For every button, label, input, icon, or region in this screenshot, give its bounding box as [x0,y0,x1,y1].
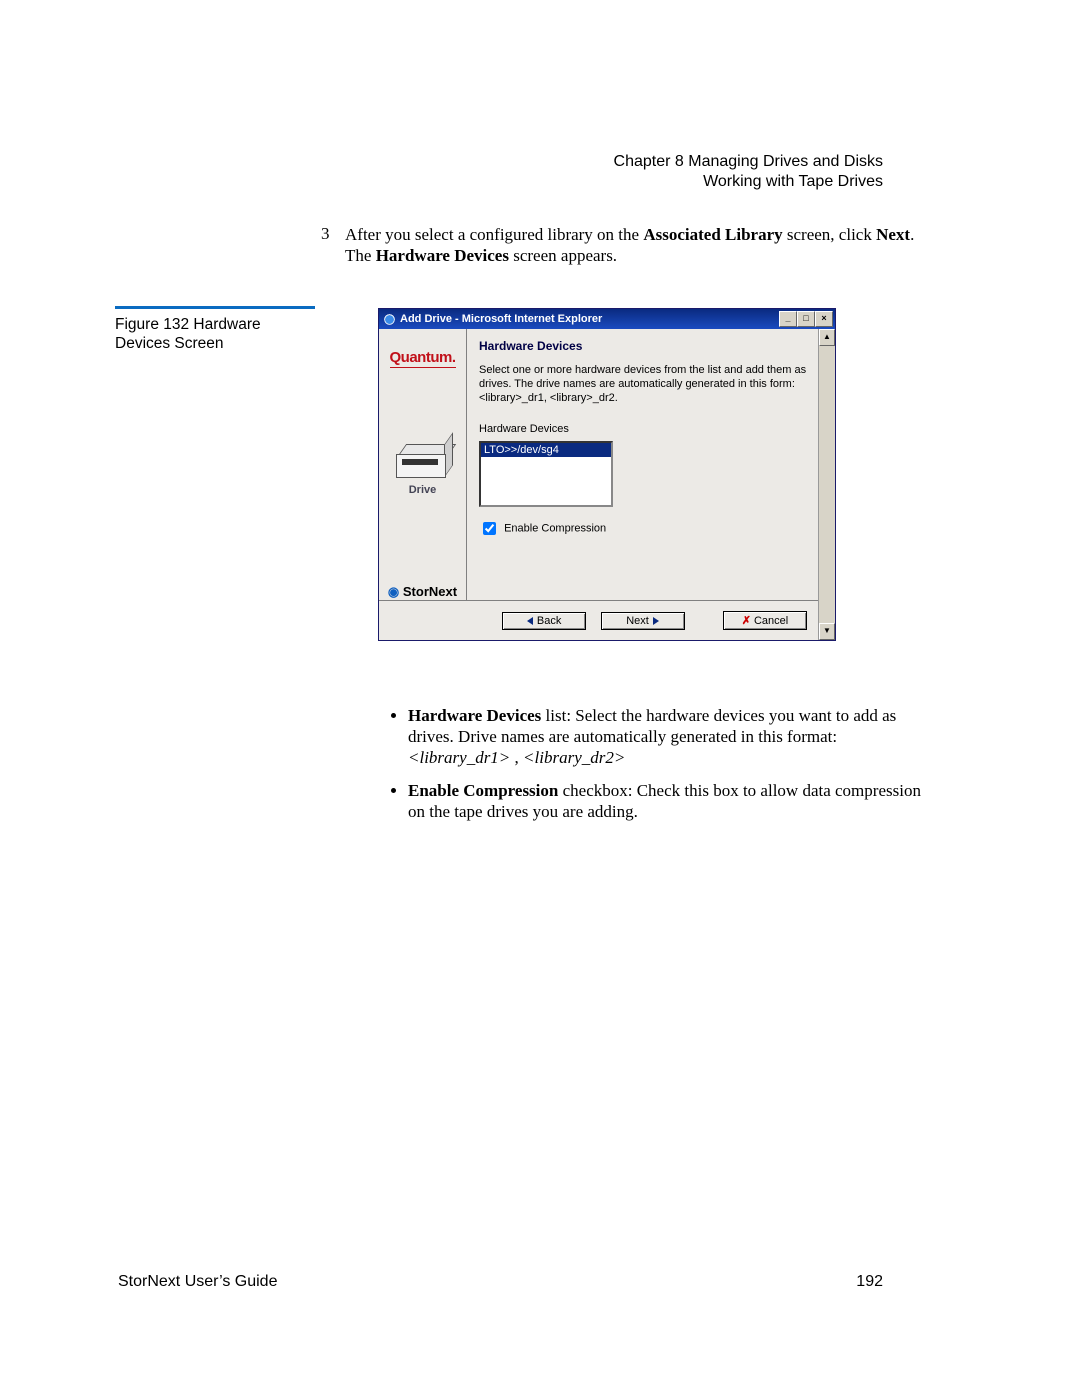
figure-label: Figure 132 Hardware Devices Screen [115,315,315,353]
list-item[interactable]: LTO>>/dev/sg4 [481,443,611,457]
step-number: 3 [321,224,330,244]
chapter-line-2: Working with Tape Drives [614,172,883,192]
globe-icon: ◉ [388,584,399,599]
footer-guide: StorNext User’s Guide [118,1273,277,1291]
scroll-down-button[interactable]: ▼ [819,623,835,640]
back-button[interactable]: Back [502,612,586,630]
drive-icon [396,444,450,480]
wizard-button-row: Back Next ✗Cancel [379,600,819,640]
content-description: Select one or more hardware devices from… [479,363,807,405]
bullet-2: Enable Compression checkbox: Check this … [408,780,938,822]
window-body: ▲ ▼ Quantum. Drive ◉ StorNext [379,329,835,640]
wizard-content: Hardware Devices Select one or more hard… [467,329,819,600]
figure-caption-block: Figure 132 Hardware Devices Screen [115,306,315,353]
next-button[interactable]: Next [601,612,685,630]
ie-icon [383,313,396,326]
bullet-list: Hardware Devices list: Select the hardwa… [388,705,938,834]
chevron-right-icon [653,617,659,625]
footer-page-number: 192 [856,1273,883,1291]
enable-compression-checkbox[interactable] [483,522,496,535]
chapter-line-1: Chapter 8 Managing Drives and Disks [614,152,883,172]
step-text: After you select a configured library on… [345,224,938,266]
cancel-button[interactable]: ✗Cancel [723,611,807,630]
bullet-1: Hardware Devices list: Select the hardwa… [408,705,938,768]
maximize-button[interactable]: □ [797,311,815,327]
window-title: Add Drive - Microsoft Internet Explorer [400,313,602,325]
window-buttons: _ □ × [779,311,835,327]
content-title: Hardware Devices [479,339,807,353]
page: Chapter 8 Managing Drives and Disks Work… [0,0,1080,1397]
stornext-logo: ◉ StorNext [379,584,466,600]
add-drive-window: Add Drive - Microsoft Internet Explorer … [378,308,836,641]
step-3: 3 After you select a configured library … [345,224,938,266]
hardware-devices-list[interactable]: LTO>>/dev/sg4 [479,441,613,507]
chapter-header: Chapter 8 Managing Drives and Disks Work… [614,152,883,192]
list-label: Hardware Devices [479,423,807,435]
cancel-x-icon: ✗ [742,615,751,627]
minimize-button[interactable]: _ [779,311,797,327]
figure-rule [115,306,315,309]
window-titlebar[interactable]: Add Drive - Microsoft Internet Explorer … [379,309,835,329]
drive-label: Drive [379,484,466,496]
enable-compression-label: Enable Compression [504,522,606,534]
close-button[interactable]: × [815,311,833,327]
chevron-left-icon [527,617,533,625]
wizard-left-panel: Quantum. Drive ◉ StorNext [379,329,467,600]
quantum-logo: Quantum. [390,349,456,368]
vertical-scrollbar[interactable]: ▲ ▼ [818,329,835,640]
scroll-up-button[interactable]: ▲ [819,329,835,346]
enable-compression-row: Enable Compression [479,519,807,538]
